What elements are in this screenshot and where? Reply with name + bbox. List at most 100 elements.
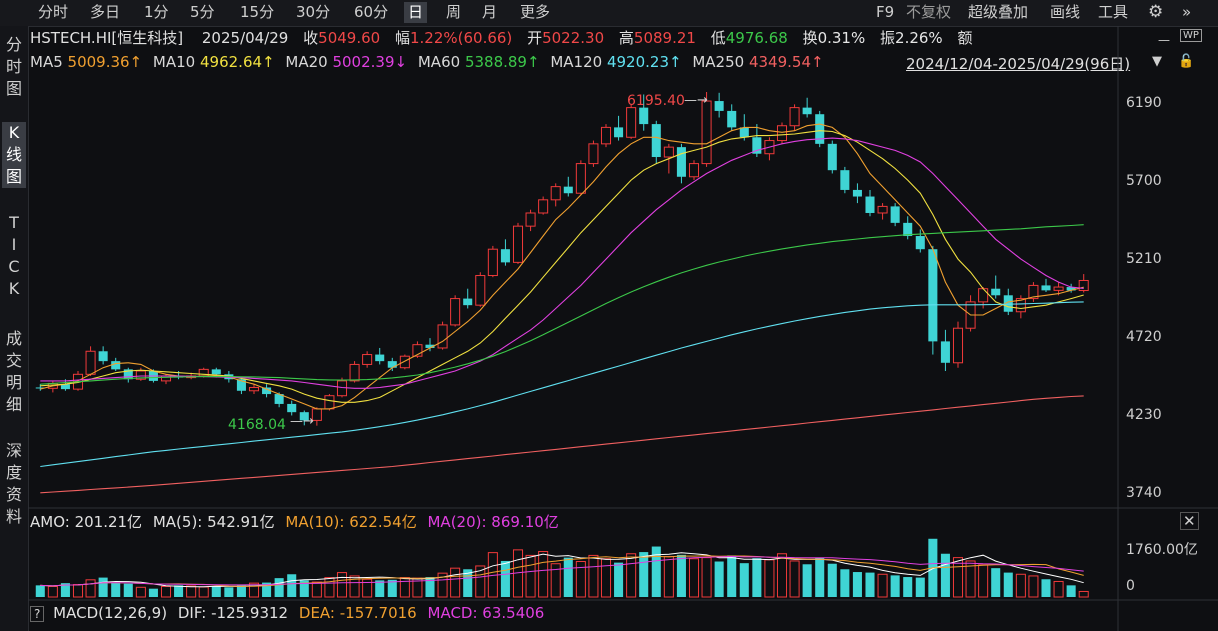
volume-bar (98, 577, 108, 597)
candle-body (463, 298, 473, 306)
volume-ma-line (40, 555, 1084, 587)
macd-dif: DIF: -125.9312 (177, 604, 289, 622)
candle-body (802, 107, 812, 115)
candle-body (663, 146, 674, 158)
candle-body (387, 361, 397, 368)
volume-bar (852, 572, 862, 597)
low-annotation: 4168.04 (228, 417, 286, 433)
candle-body (865, 196, 875, 213)
candle-body (877, 205, 888, 214)
candle-body (98, 351, 108, 362)
candle-body (538, 199, 549, 214)
volume-bar (160, 585, 172, 598)
candle-body (111, 361, 121, 370)
ytick-1: 6190 (1126, 95, 1162, 111)
volume-bar (802, 564, 812, 597)
volume-bar (85, 579, 96, 598)
volume-bar (35, 585, 45, 597)
candle-body (714, 101, 724, 111)
volume-bar (399, 577, 410, 598)
volume-bar (1078, 590, 1089, 598)
volume-bar (72, 584, 84, 598)
ytick-6: 3740 (1126, 485, 1162, 501)
volume-bar (701, 557, 712, 598)
macd-legend: ? MACD(12,26,9) DIF: -125.9312 DEA: -157… (30, 603, 544, 623)
close-panel-icon[interactable]: ✕ (1180, 512, 1199, 530)
volume-bar (538, 551, 549, 598)
candle-body (940, 341, 950, 363)
volume-bar (198, 586, 209, 598)
candle-body (349, 363, 360, 382)
volume-bar (663, 556, 674, 598)
volume-bar (639, 552, 649, 597)
volume-bar (915, 577, 925, 597)
volume-bar (840, 569, 850, 597)
volume-bar (752, 558, 762, 597)
volume-bar (614, 562, 624, 597)
macd-value: MACD: 63.5406 (427, 604, 545, 622)
volume-bar (450, 567, 461, 598)
volume-bar (588, 554, 599, 598)
candle-body (827, 143, 837, 171)
candle-body (928, 249, 938, 342)
volume-bar (815, 557, 825, 597)
ma-line-ma20 (40, 137, 1084, 389)
volume-bar (940, 553, 950, 597)
candle-body (600, 126, 612, 145)
vol-ytick-2: 0 (1126, 578, 1135, 594)
candle-body (651, 124, 661, 158)
high-annotation: 6195.40 (627, 93, 685, 109)
candle-body (676, 147, 686, 177)
ma-line-ma5 (40, 123, 1084, 410)
amo-ma20: MA(20): 869.10亿 (427, 513, 559, 531)
kline-chart[interactable] (0, 0, 1218, 631)
candle-body (588, 143, 599, 165)
candle-body (952, 327, 964, 364)
volume-bar (1015, 573, 1026, 598)
candle-body (626, 107, 637, 138)
candle-body (701, 100, 712, 165)
volume-bar (148, 588, 158, 597)
candle-body (563, 186, 573, 194)
volume-bar (224, 587, 234, 597)
ma-line-ma10 (40, 130, 1084, 403)
candle-body (978, 288, 989, 303)
volume-bar (563, 557, 573, 597)
candle-body (437, 324, 448, 349)
candle-body (852, 189, 862, 197)
volume-bar (375, 580, 385, 597)
help-icon[interactable]: ? (30, 606, 45, 622)
candle-body (85, 350, 96, 375)
macd-dea: DEA: -157.7016 (298, 604, 417, 622)
volume-bar (311, 581, 322, 598)
volume-bar (1041, 579, 1051, 597)
candle-body (487, 248, 498, 277)
volume-bar (890, 575, 900, 597)
ytick-3: 5210 (1126, 251, 1162, 267)
volume-bar (274, 578, 284, 597)
high-arrow-icon: —→ (684, 93, 708, 108)
candle-body (475, 275, 486, 306)
candle-body (688, 163, 700, 178)
ytick-5: 4230 (1126, 407, 1162, 423)
candle-body (1078, 279, 1089, 292)
ma-line-ma120 (40, 301, 1084, 468)
volume-bar (287, 574, 297, 597)
candle-body (575, 163, 586, 194)
vol-ytick-1: 1760.00亿 (1126, 542, 1198, 558)
volume-bar (626, 553, 637, 598)
volume-bar (978, 564, 989, 598)
amo-ma5: MA(5): 542.91亿 (152, 513, 275, 531)
volume-bar (211, 586, 221, 597)
candle-body (525, 212, 536, 227)
candle-body (776, 125, 788, 142)
volume-bar (764, 559, 775, 598)
volume-bar (714, 561, 724, 597)
volume-bar (688, 558, 700, 598)
volume-legend: AMO: 201.21亿 MA(5): 542.91亿 MA(10): 622.… (30, 512, 559, 532)
volume-bar (135, 586, 146, 598)
volume-bar (1053, 580, 1064, 598)
candle-body (727, 110, 737, 128)
volume-bar (525, 554, 536, 598)
amo-value: AMO: 201.21亿 (30, 513, 143, 531)
